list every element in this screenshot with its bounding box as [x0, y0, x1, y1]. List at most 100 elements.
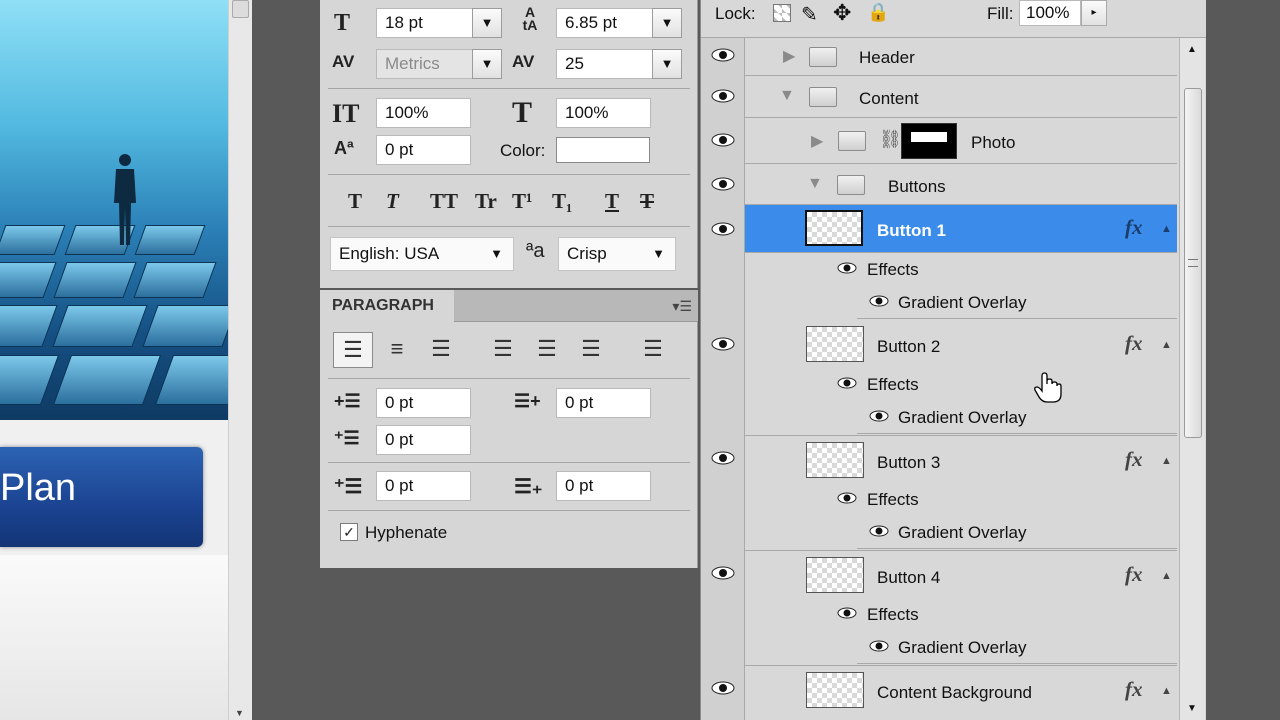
align-center-button[interactable]: ≡ — [377, 332, 417, 368]
eye-icon[interactable] — [869, 525, 889, 537]
justify-all-button[interactable]: ☰ — [633, 332, 673, 368]
hyphenate-checkbox[interactable]: ✓ — [340, 523, 358, 541]
indent-first-line-field[interactable]: 0 pt — [376, 425, 471, 455]
eye-icon[interactable] — [837, 492, 857, 504]
effect-row[interactable]: Gradient Overlay — [857, 632, 1177, 664]
scroll-up-arrow[interactable]: ▲ — [1187, 44, 1197, 55]
justify-last-left-button[interactable]: ☰ — [483, 332, 523, 368]
lock-brush-icon[interactable]: ✎ — [801, 2, 818, 27]
eye-icon[interactable] — [837, 607, 857, 619]
eye-icon[interactable] — [837, 377, 857, 389]
eye-icon[interactable] — [869, 295, 889, 307]
layer-row[interactable]: ▶ ⛓ Photo — [745, 119, 1177, 164]
antialias-select[interactable]: Crisp ▼ — [558, 237, 676, 271]
expand-effects-arrow[interactable]: ▲ — [1161, 455, 1172, 467]
layer-row[interactable]: ▼ Buttons — [745, 165, 1177, 205]
align-right-button[interactable]: ☰ — [421, 332, 461, 368]
expand-effects-arrow[interactable]: ▲ — [1161, 570, 1172, 582]
layer-row[interactable]: ▼ Content — [745, 77, 1177, 118]
justify-last-center-button[interactable]: ☰ — [527, 332, 567, 368]
fx-icon[interactable]: fx — [1125, 677, 1143, 702]
expand-effects-arrow[interactable]: ▲ — [1161, 223, 1172, 235]
kerning-dropdown[interactable]: ▼ — [472, 49, 502, 79]
fill-field[interactable]: 100% — [1019, 0, 1081, 26]
layers-scroll-thumb[interactable] — [1184, 88, 1202, 438]
subscript-button[interactable]: T₁ — [552, 189, 572, 214]
color-swatch[interactable] — [556, 137, 650, 163]
tracking-dropdown[interactable]: ▼ — [652, 49, 682, 79]
language-select[interactable]: English: USA ▼ — [330, 237, 514, 271]
eye-icon[interactable] — [711, 566, 735, 580]
lock-all-icon[interactable]: 🔒 — [867, 2, 889, 23]
vertical-scale-field[interactable]: 100% — [376, 98, 471, 128]
space-after-field[interactable]: 0 pt — [556, 471, 651, 501]
eye-icon[interactable] — [711, 681, 735, 695]
horizontal-scale-field[interactable]: 100% — [556, 98, 651, 128]
eye-icon[interactable] — [837, 262, 857, 274]
mask-thumbnail[interactable] — [901, 123, 957, 159]
justify-last-right-button[interactable]: ☰ — [571, 332, 611, 368]
effects-row[interactable]: Effects — [745, 253, 1177, 287]
underline-button[interactable]: T — [605, 189, 619, 214]
eye-icon[interactable] — [711, 177, 735, 191]
baseline-shift-field[interactable]: 0 pt — [376, 135, 471, 165]
eye-icon[interactable] — [711, 337, 735, 351]
collapse-triangle-icon[interactable]: ▼ — [779, 87, 795, 105]
fx-icon[interactable]: fx — [1125, 331, 1143, 356]
document-canvas[interactable]: Plan — [0, 0, 228, 720]
superscript-button[interactable]: T¹ — [512, 189, 532, 214]
fx-icon[interactable]: fx — [1125, 562, 1143, 587]
canvas-scroll-thumb[interactable] — [232, 0, 249, 18]
effect-row[interactable]: Gradient Overlay — [857, 517, 1177, 549]
tracking-field[interactable]: 25 — [556, 49, 666, 79]
collapse-triangle-icon[interactable]: ▼ — [807, 175, 823, 193]
effects-row[interactable]: Effects — [745, 368, 1177, 402]
small-caps-button[interactable]: Tr — [475, 189, 497, 214]
align-left-button[interactable]: ☰ — [333, 332, 373, 368]
kerning-field[interactable]: Metrics — [376, 49, 486, 79]
strikethrough-button[interactable]: T — [640, 189, 654, 214]
fx-icon[interactable]: fx — [1125, 447, 1143, 472]
fx-icon[interactable]: fx — [1125, 215, 1143, 240]
layer-row[interactable]: Button 4 fx ▲ — [745, 550, 1177, 598]
layer-row[interactable]: ▶ Header — [745, 38, 1177, 76]
effect-row[interactable]: Gradient Overlay — [857, 287, 1177, 319]
tab-paragraph[interactable]: PARAGRAPH — [320, 290, 454, 322]
font-size-dropdown[interactable]: ▼ — [472, 8, 502, 38]
all-caps-button[interactable]: TT — [430, 189, 458, 214]
expand-effects-arrow[interactable]: ▲ — [1161, 339, 1172, 351]
scroll-down-arrow[interactable]: ▼ — [235, 708, 244, 718]
eye-icon[interactable] — [711, 133, 735, 147]
effects-row[interactable]: Effects — [745, 483, 1177, 517]
effect-row[interactable]: Gradient Overlay — [857, 402, 1177, 434]
faux-italic-button[interactable]: T — [386, 189, 399, 214]
eye-icon[interactable] — [711, 451, 735, 465]
indent-right-field[interactable]: 0 pt — [556, 388, 651, 418]
leading-field[interactable]: 6.85 pt — [556, 8, 666, 38]
layer-row[interactable]: Content Background fx ▲ — [745, 665, 1177, 713]
indent-left-field[interactable]: 0 pt — [376, 388, 471, 418]
layers-scrollbar[interactable]: ▲ ▼ — [1179, 38, 1205, 720]
eye-icon[interactable] — [711, 89, 735, 103]
eye-icon[interactable] — [869, 410, 889, 422]
leading-dropdown[interactable]: ▼ — [652, 8, 682, 38]
effects-row[interactable]: Effects — [745, 598, 1177, 632]
eye-icon[interactable] — [711, 222, 735, 236]
lock-transparency-icon[interactable] — [773, 4, 791, 22]
layer-row[interactable]: Button 2 fx ▲ — [745, 320, 1177, 368]
lock-move-icon[interactable]: ✥ — [833, 0, 851, 26]
expand-triangle-icon[interactable]: ▶ — [783, 46, 795, 66]
layer-row[interactable]: Button 3 fx ▲ — [745, 435, 1177, 483]
expand-triangle-icon[interactable]: ▶ — [811, 131, 823, 151]
link-icon[interactable]: ⛓ — [879, 129, 902, 150]
panel-menu-icon[interactable]: ▾☰ — [672, 298, 692, 315]
space-before-field[interactable]: 0 pt — [376, 471, 471, 501]
canvas-scrollbar[interactable]: ▼ — [228, 0, 252, 720]
eye-icon[interactable] — [869, 640, 889, 652]
scroll-down-arrow[interactable]: ▼ — [1187, 703, 1197, 714]
fill-slider-button[interactable]: ▸ — [1081, 0, 1107, 26]
eye-icon[interactable] — [711, 48, 735, 62]
layer-row-selected[interactable]: Button 1 fx ▲ — [745, 205, 1177, 253]
faux-bold-button[interactable]: T — [348, 189, 362, 214]
expand-effects-arrow[interactable]: ▲ — [1161, 685, 1172, 697]
